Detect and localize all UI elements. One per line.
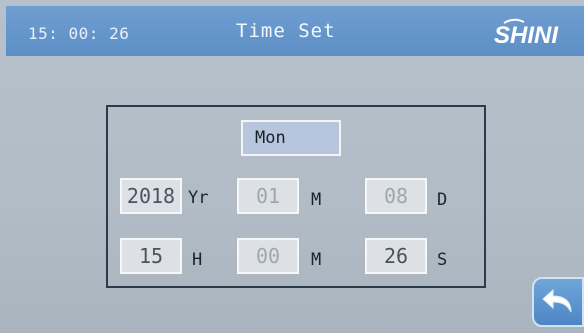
hour-unit-label: H <box>192 250 203 270</box>
weekday-field[interactable]: Mon <box>241 120 341 156</box>
time-set-screen: 15: 00: 26 Time Set SHINI Mon 2018 Yr 01… <box>0 0 584 333</box>
back-button[interactable] <box>532 277 584 327</box>
page-title: Time Set <box>236 20 336 42</box>
header-clock: 15: 00: 26 <box>28 24 130 43</box>
minute-unit-label: M <box>311 250 322 270</box>
year-unit-label: Yr <box>188 188 209 208</box>
minute-input[interactable]: 00 <box>237 238 299 274</box>
year-input[interactable]: 2018 <box>120 178 182 214</box>
back-arrow-icon <box>542 288 572 313</box>
day-input[interactable]: 08 <box>365 178 427 214</box>
svg-text:SHINI: SHINI <box>494 22 559 49</box>
month-input[interactable]: 01 <box>237 178 299 214</box>
second-input[interactable]: 26 <box>365 238 427 274</box>
day-unit-label: D <box>437 190 448 210</box>
shini-logo: SHINI <box>494 18 559 49</box>
hour-input[interactable]: 15 <box>120 238 182 274</box>
month-unit-label: M <box>311 190 322 210</box>
second-unit-label: S <box>437 250 448 270</box>
